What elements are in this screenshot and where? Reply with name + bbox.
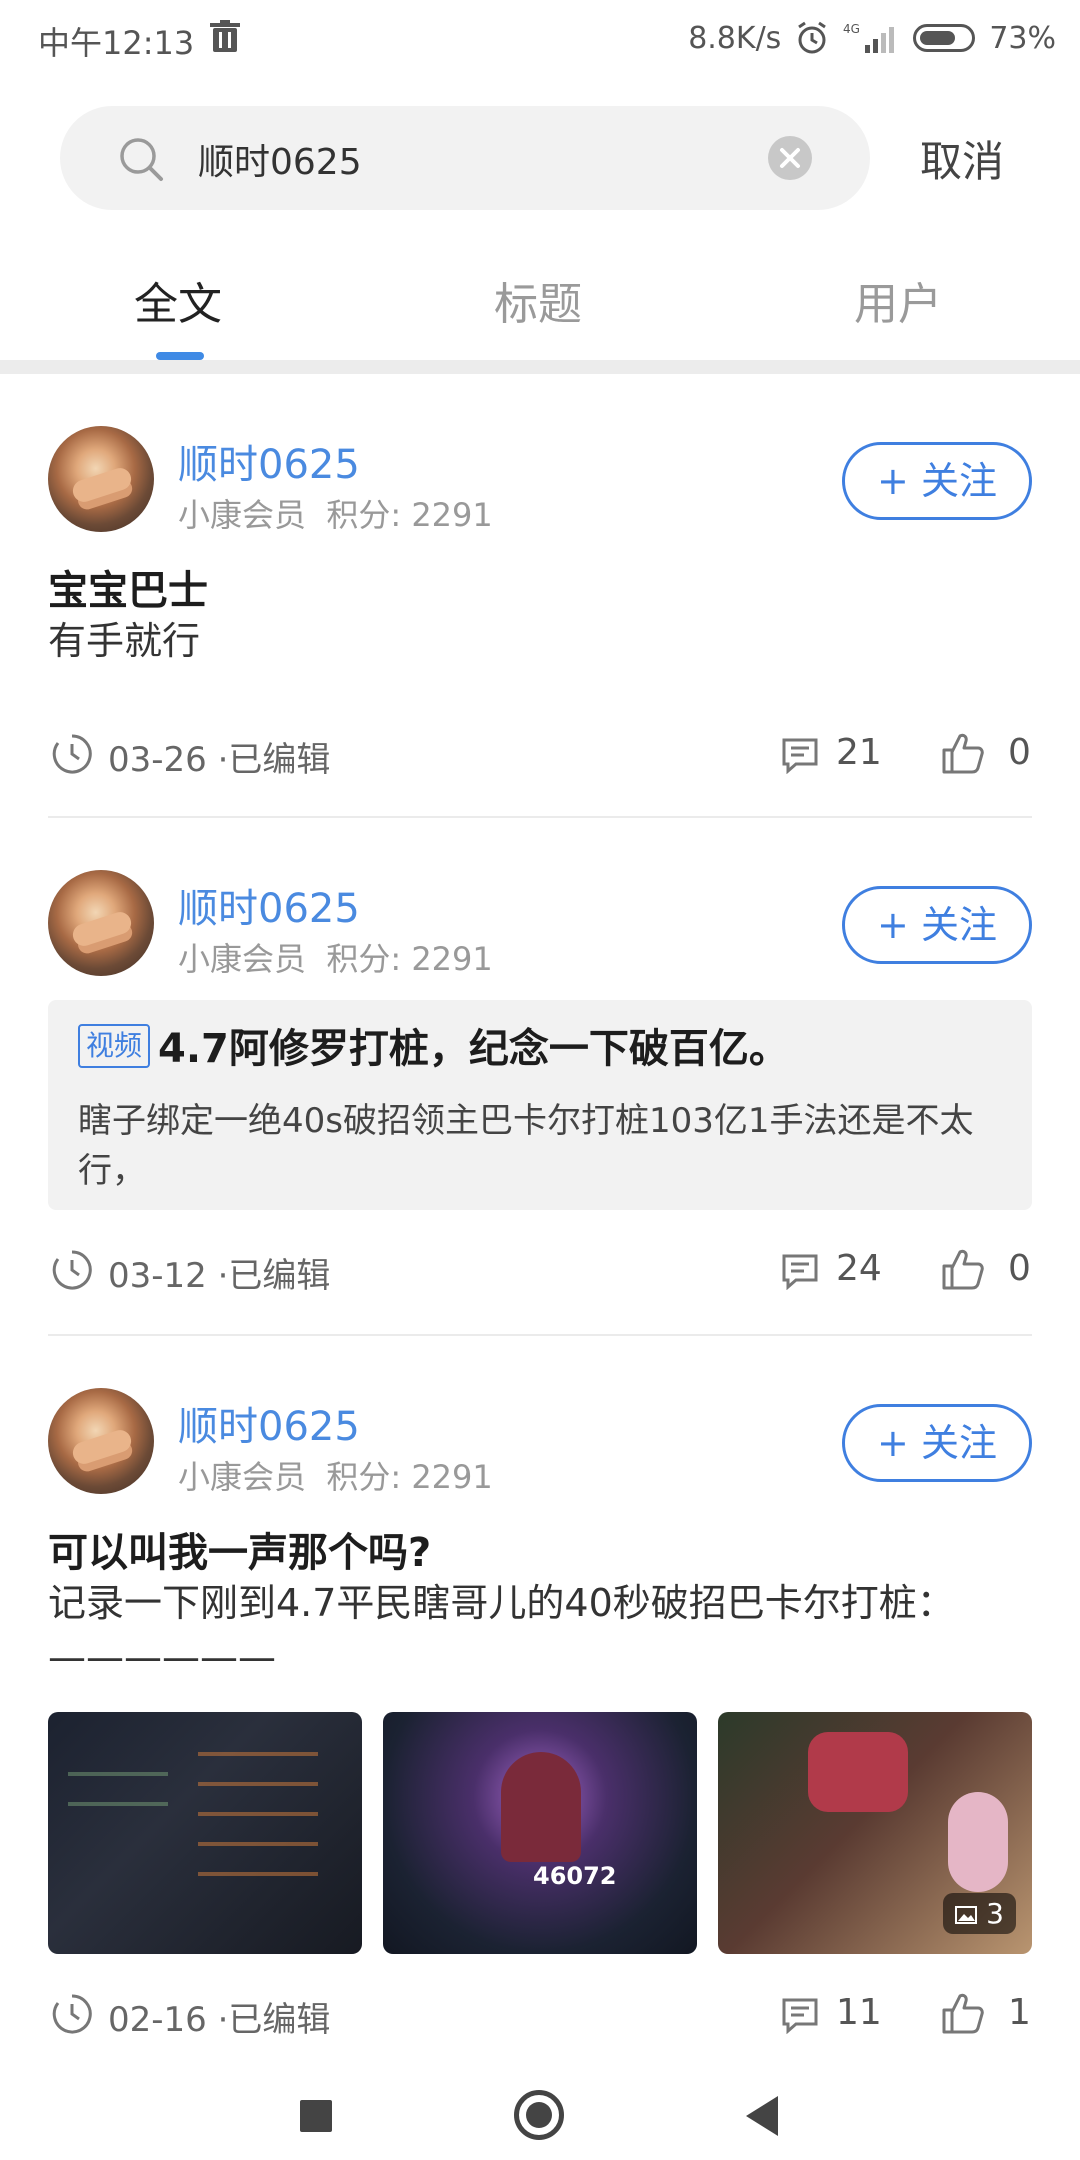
- back-button[interactable]: [746, 2096, 778, 2136]
- post-date: 03-26 ·已编辑: [108, 740, 331, 780]
- post-body[interactable]: 瞎子绑定一绝40s破招领主巴卡尔打桩103亿1手法还是不太行，: [78, 1096, 1008, 1196]
- tab-user[interactable]: 用户: [854, 268, 942, 332]
- comment-icon[interactable]: [780, 1252, 820, 1290]
- like-count: 1: [1008, 1992, 1031, 2033]
- tab-active-indicator: [156, 352, 204, 360]
- trash-icon: [210, 20, 240, 52]
- comment-count: 21: [836, 732, 882, 773]
- avatar[interactable]: [48, 870, 154, 976]
- post-footer: 03-12 ·已编辑 24 0: [0, 1242, 1080, 1302]
- status-bar: 中午12:13 8.8K/s 4G 73%: [0, 0, 1080, 76]
- like-count: 0: [1008, 1248, 1031, 1289]
- post-image[interactable]: 3: [718, 1712, 1032, 1954]
- comment-icon[interactable]: [780, 736, 820, 774]
- post-meta: 小康会员 积分: 2291: [178, 934, 493, 980]
- image-count: 3: [986, 1897, 1004, 1930]
- cancel-button[interactable]: 取消: [920, 128, 1004, 189]
- clock-icon: [52, 1994, 92, 2034]
- tab-bar: 全文 标题 用户: [0, 248, 1080, 360]
- home-button[interactable]: [514, 2090, 564, 2140]
- member-level: 小康会员: [178, 1458, 307, 1496]
- post-footer: 03-26 ·已编辑 21 0: [0, 726, 1080, 786]
- post-meta: 小康会员 积分: 2291: [178, 1452, 493, 1498]
- thumbs-up-icon[interactable]: [940, 730, 986, 776]
- member-points: 积分: 2291: [326, 940, 493, 978]
- post-meta: 小康会员 积分: 2291: [178, 490, 493, 536]
- image-gallery: 46072 3: [0, 1712, 1080, 1954]
- follow-button[interactable]: + 关注: [842, 442, 1032, 520]
- recents-button[interactable]: [300, 2100, 332, 2132]
- signal-icon: 4G: [843, 22, 895, 53]
- post-username[interactable]: 顺时0625: [178, 876, 360, 934]
- tab-title[interactable]: 标题: [494, 268, 582, 332]
- thumb-score: 46072: [533, 1862, 617, 1890]
- divider: [48, 816, 1032, 818]
- search-input[interactable]: [196, 126, 760, 192]
- net-speed: 8.8K/s: [688, 20, 782, 56]
- tab-fulltext[interactable]: 全文: [134, 268, 222, 332]
- post-title[interactable]: 宝宝巴士: [48, 558, 208, 616]
- clock-icon: [52, 1250, 92, 1290]
- post-image[interactable]: 46072: [383, 1712, 697, 1954]
- follow-button[interactable]: + 关注: [842, 886, 1032, 964]
- like-count: 0: [1008, 732, 1031, 773]
- member-level: 小康会员: [178, 496, 307, 534]
- avatar[interactable]: [48, 426, 154, 532]
- comment-icon[interactable]: [780, 1996, 820, 2034]
- image-icon: [955, 1906, 978, 1924]
- follow-button[interactable]: + 关注: [842, 1404, 1032, 1482]
- comment-count: 11: [836, 1992, 882, 2033]
- image-count-badge: 3: [943, 1893, 1016, 1934]
- post-date: 02-16 ·已编辑: [108, 2000, 331, 2040]
- post-image[interactable]: [48, 1712, 362, 1954]
- video-tag: 视频: [78, 1024, 151, 1068]
- video-card[interactable]: 视频 4.7阿修罗打桩，纪念一下破百亿。 瞎子绑定一绝40s破招领主巴卡尔打桩1…: [48, 1000, 1032, 1210]
- post-footer: 02-16 ·已编辑 11 1: [0, 1986, 1080, 2046]
- post-body[interactable]: 记录一下刚到4.7平民瞎哥儿的40秒破招巴卡尔打桩：——————: [48, 1576, 1008, 1684]
- comment-count: 24: [836, 1248, 882, 1289]
- thumbs-up-icon[interactable]: [940, 1990, 986, 2036]
- thumbs-up-icon[interactable]: [940, 1246, 986, 1292]
- battery-icon: [913, 24, 976, 52]
- member-level: 小康会员: [178, 940, 307, 978]
- clear-icon[interactable]: [768, 136, 812, 180]
- search-icon: [120, 138, 163, 181]
- search-bar[interactable]: [60, 106, 870, 210]
- avatar[interactable]: [48, 1388, 154, 1494]
- post-title[interactable]: 可以叫我一声那个吗?: [48, 1520, 431, 1578]
- member-points: 积分: 2291: [326, 496, 493, 534]
- member-points: 积分: 2291: [326, 1458, 493, 1496]
- post-title[interactable]: 4.7阿修罗打桩，纪念一下破百亿。: [158, 1016, 789, 1074]
- battery-percent: 73%: [989, 20, 1056, 56]
- status-time: 中午12:13: [38, 24, 195, 62]
- post-body[interactable]: 有手就行: [48, 614, 1008, 668]
- post-username[interactable]: 顺时0625: [178, 432, 360, 490]
- alarm-icon: [798, 21, 827, 54]
- section-divider: [0, 360, 1080, 374]
- clock-icon: [52, 734, 92, 774]
- system-nav-bar: [0, 2060, 1080, 2160]
- post-username[interactable]: 顺时0625: [178, 1394, 360, 1452]
- post-date: 03-12 ·已编辑: [108, 1256, 331, 1296]
- divider: [48, 1334, 1032, 1336]
- svg-text:4G: 4G: [843, 22, 860, 36]
